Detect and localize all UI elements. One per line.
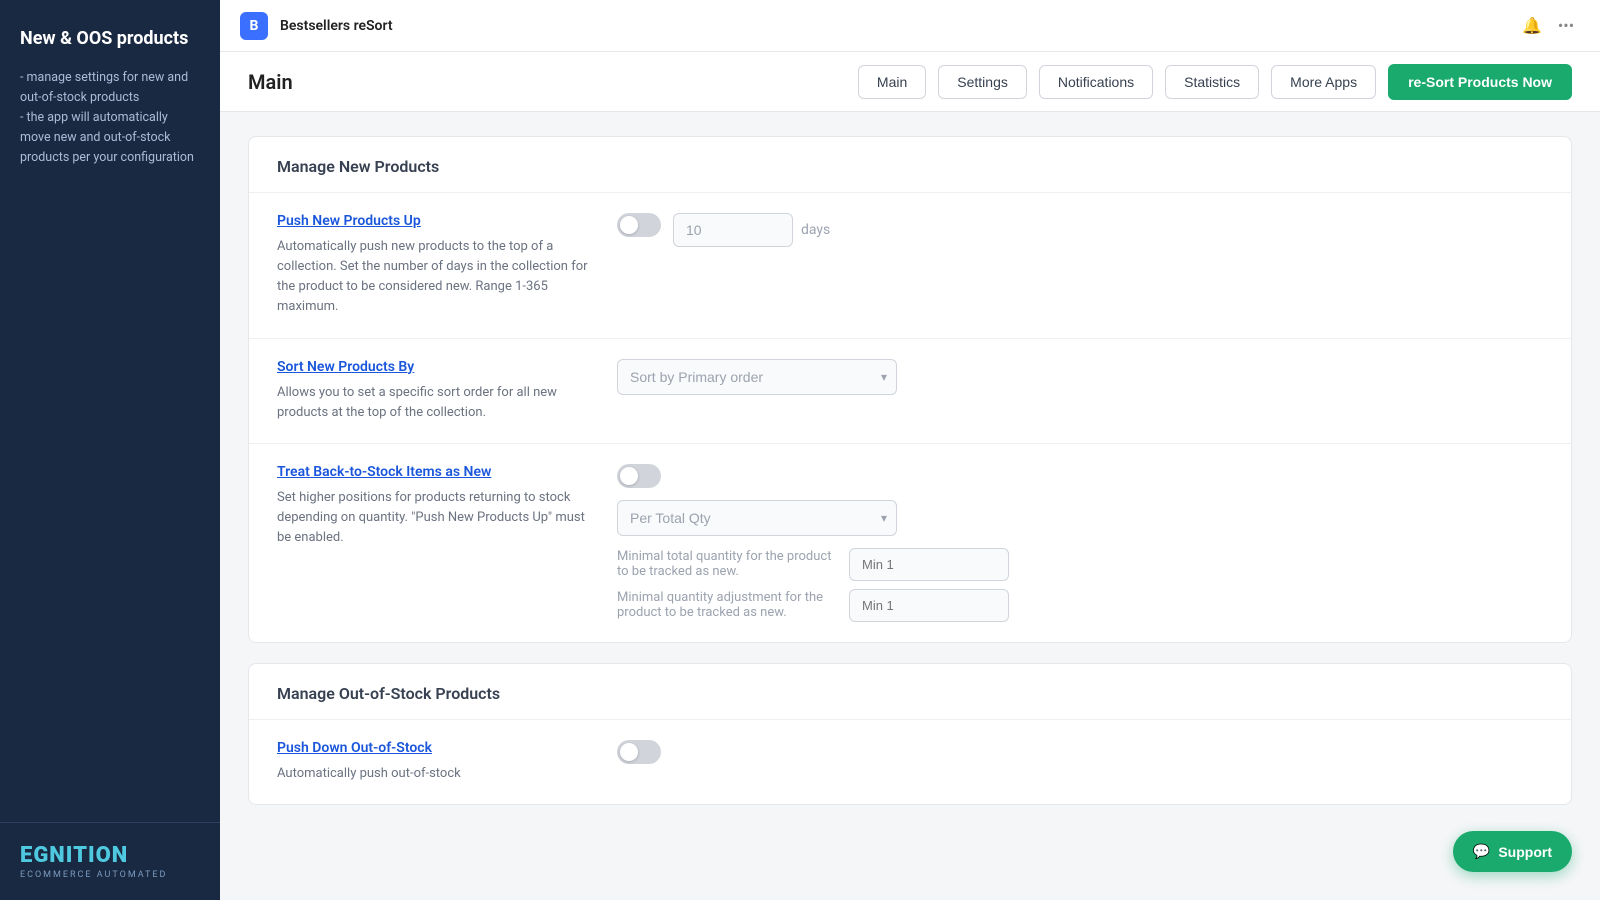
sidebar-title: New & OOS products — [20, 28, 200, 50]
quantity-dropdown[interactable]: Per Total Qty Per Added Qty — [617, 500, 897, 536]
quantity-dropdown-wrap: Per Total Qty Per Added Qty ▾ — [617, 500, 897, 536]
app-name: Bestsellers reSort — [280, 18, 1506, 34]
manage-oos-section: Manage Out-of-Stock Products Push Down O… — [248, 663, 1572, 805]
min-total-wrap: Minimal total quantity for the product t… — [617, 548, 1543, 581]
app-icon: B — [240, 12, 268, 40]
support-label: Support — [1498, 844, 1552, 860]
manage-new-title: Manage New Products — [249, 137, 1571, 193]
sort-by-row: Sort New Products By Allows you to set a… — [249, 339, 1571, 444]
back-to-stock-toggle-wrap — [617, 464, 1543, 488]
min-inputs-wrap: Minimal total quantity for the product t… — [617, 548, 1543, 622]
push-down-toggle[interactable] — [617, 740, 661, 764]
days-label: days — [801, 222, 830, 238]
back-to-stock-control: Per Total Qty Per Added Qty ▾ Minimal to… — [617, 464, 1543, 622]
sort-by-control: Sort by Primary order Sort by Best Selli… — [617, 359, 1543, 395]
support-button[interactable]: 💬 Support — [1453, 831, 1572, 872]
sort-by-dropdown-wrap: Sort by Primary order Sort by Best Selli… — [617, 359, 897, 395]
sidebar: New & OOS products - manage settings for… — [0, 0, 220, 900]
back-to-stock-row: Treat Back-to-Stock Items as New Set hig… — [249, 444, 1571, 642]
push-down-desc: Automatically push out-of-stock — [277, 764, 597, 784]
sort-by-desc: Allows you to set a specific sort order … — [277, 383, 597, 423]
support-icon: 💬 — [1473, 843, 1490, 860]
settings-nav-button[interactable]: Settings — [938, 65, 1027, 99]
page-header: Main Main Settings Notifications Statist… — [220, 52, 1600, 112]
brand-tagline: ECOMMERCE AUTOMATED — [20, 870, 200, 880]
push-up-toggle-wrap — [617, 213, 661, 237]
more-options-icon[interactable]: ••• — [1552, 12, 1580, 40]
sort-by-dropdown[interactable]: Sort by Primary order Sort by Best Selli… — [617, 359, 897, 395]
topbar-actions: 🔔 ••• — [1518, 12, 1580, 40]
push-down-info: Push Down Out-of-Stock Automatically pus… — [277, 740, 597, 784]
manage-oos-title: Manage Out-of-Stock Products — [249, 664, 1571, 720]
push-up-days-input[interactable] — [673, 213, 793, 247]
push-down-row: Push Down Out-of-Stock Automatically pus… — [249, 720, 1571, 804]
topbar: B Bestsellers reSort 🔔 ••• — [220, 0, 1600, 52]
push-up-toggle[interactable] — [617, 213, 661, 237]
push-up-days-wrap: days — [673, 213, 830, 247]
resort-products-button[interactable]: re-Sort Products Now — [1388, 64, 1572, 100]
bell-icon[interactable]: 🔔 — [1518, 12, 1546, 40]
sidebar-desc: - manage settings for new and out-of-sto… — [20, 68, 200, 168]
min-adj-desc: Minimal quantity adjustment for the prod… — [617, 590, 837, 620]
sort-by-info: Sort New Products By Allows you to set a… — [277, 359, 597, 423]
back-to-stock-toggle[interactable] — [617, 464, 661, 488]
min-total-desc: Minimal total quantity for the product t… — [617, 549, 837, 579]
page-title: Main — [248, 70, 846, 94]
statistics-nav-button[interactable]: Statistics — [1165, 65, 1259, 99]
back-to-stock-info: Treat Back-to-Stock Items as New Set hig… — [277, 464, 597, 548]
push-down-label[interactable]: Push Down Out-of-Stock — [277, 740, 597, 756]
min-adj-wrap: Minimal quantity adjustment for the prod… — [617, 589, 1543, 622]
brand-logo: EGNITION ECOMMERCE AUTOMATED — [20, 843, 200, 880]
push-down-control — [617, 740, 1543, 764]
content-area: Manage New Products Push New Products Up… — [220, 112, 1600, 900]
push-up-desc: Automatically push new products to the t… — [277, 237, 597, 318]
back-to-stock-desc: Set higher positions for products return… — [277, 488, 597, 548]
push-up-info: Push New Products Up Automatically push … — [277, 213, 597, 318]
min-total-input[interactable] — [849, 548, 1009, 581]
notifications-nav-button[interactable]: Notifications — [1039, 65, 1153, 99]
sort-by-label[interactable]: Sort New Products By — [277, 359, 597, 375]
back-to-stock-label[interactable]: Treat Back-to-Stock Items as New — [277, 464, 597, 480]
push-up-row: Push New Products Up Automatically push … — [249, 193, 1571, 339]
main-area: B Bestsellers reSort 🔔 ••• Main Main Set… — [220, 0, 1600, 900]
push-down-toggle-wrap — [617, 740, 661, 764]
manage-new-section: Manage New Products Push New Products Up… — [248, 136, 1572, 643]
push-up-control: days — [617, 213, 1543, 247]
min-adj-input[interactable] — [849, 589, 1009, 622]
main-nav-button[interactable]: Main — [858, 65, 926, 99]
more-apps-nav-button[interactable]: More Apps — [1271, 65, 1376, 99]
push-up-label[interactable]: Push New Products Up — [277, 213, 597, 229]
